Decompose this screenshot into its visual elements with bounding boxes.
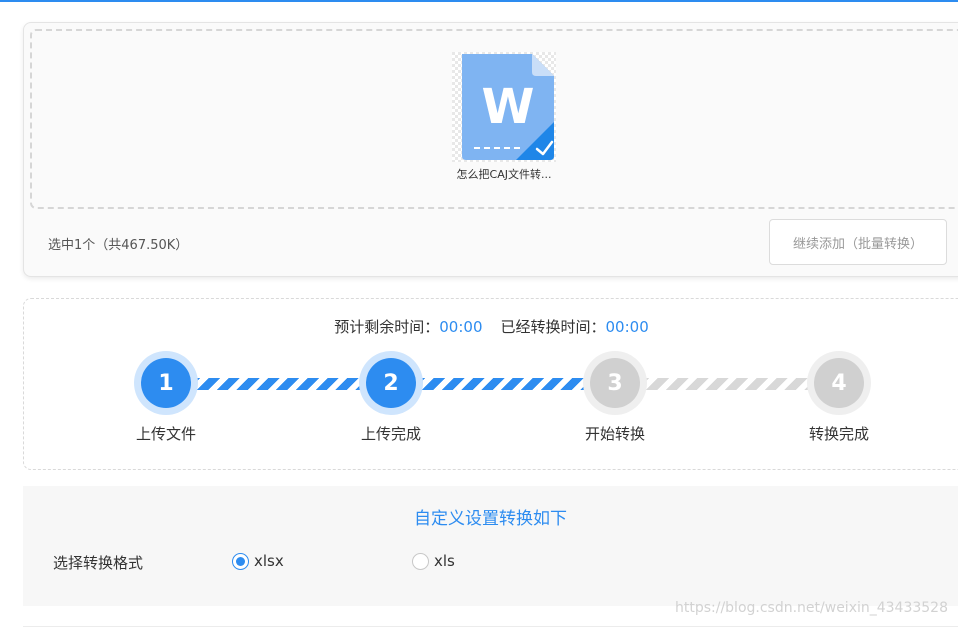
uploaded-file-item[interactable]: W 怎么把CAJ文件转... (449, 52, 559, 182)
step-4-circle: 4 (807, 351, 871, 415)
step-1-number: 1 (141, 358, 191, 408)
step-4-label: 转换完成 (808, 425, 869, 443)
format-option-xls-label: xls (434, 552, 455, 570)
step-1-label: 上传文件 (135, 425, 196, 443)
format-option-xls[interactable]: xls (412, 552, 455, 570)
step-3-number: 3 (590, 358, 640, 408)
step-2-number: 2 (366, 358, 416, 408)
word-letter: W (482, 79, 535, 135)
format-select-label: 选择转换格式 (53, 554, 144, 572)
format-option-xlsx[interactable]: xlsx (232, 552, 284, 570)
word-document-icon: W (452, 52, 556, 162)
format-option-xlsx-label: xlsx (254, 552, 284, 570)
remaining-time-label: 预计剩余时间： (334, 318, 440, 336)
radio-checked-icon[interactable] (232, 552, 249, 570)
time-summary: 预计剩余时间：00:00 已经转换时间：00:00 (24, 316, 958, 337)
step-2-circle: 2 (359, 351, 423, 415)
upload-card: W 怎么把CAJ文件转... 选中1个（共467.50K） 继续添加（批量转换） (23, 22, 958, 277)
file-name: 怎么把CAJ文件转... (456, 168, 552, 181)
step-4-number: 4 (814, 358, 864, 408)
top-accent-line (0, 0, 958, 2)
remaining-time-value: 00:00 (439, 318, 483, 336)
elapsed-time-label: 已经转换时间： (500, 318, 606, 336)
add-more-files-button[interactable]: 继续添加（批量转换） (769, 219, 947, 265)
step-3-label: 开始转换 (584, 425, 645, 443)
step-1-circle: 1 (134, 351, 198, 415)
step-3-circle: 3 (583, 351, 647, 415)
settings-title: 自定义设置转换如下 (414, 509, 567, 529)
radio-unchecked-icon[interactable] (412, 552, 429, 570)
elapsed-time-value: 00:00 (605, 318, 649, 336)
bottom-divider (23, 626, 958, 627)
selected-count-info: 选中1个（共467.50K） (48, 238, 189, 253)
conversion-progress-card: 预计剩余时间：00:00 已经转换时间：00:00 1 2 3 4 上传文件 上传… (23, 298, 958, 470)
file-drop-zone[interactable]: W 怎么把CAJ文件转... (30, 29, 958, 209)
conversion-settings-panel: 自定义设置转换如下 选择转换格式 xlsx xls (23, 486, 958, 606)
step-2-label: 上传完成 (360, 425, 421, 443)
watermark: https://blog.csdn.net/weixin_43433528 (674, 600, 948, 616)
